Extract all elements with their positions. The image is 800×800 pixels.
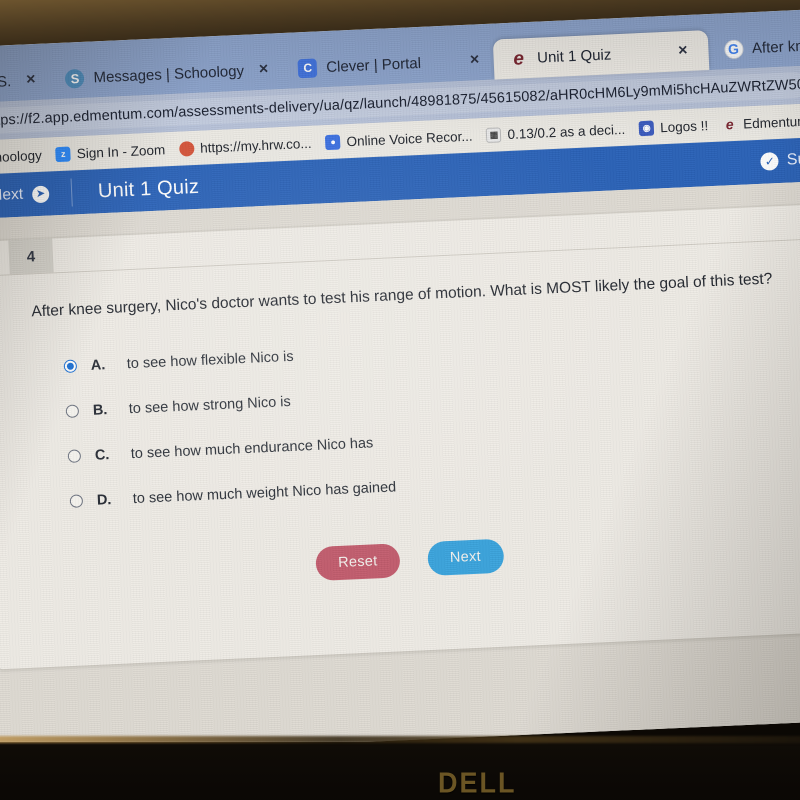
submit-button[interactable]: ✓ Su bbox=[750, 137, 800, 184]
bookmark-hrw[interactable]: https://my.hrw.co... bbox=[178, 135, 312, 157]
bookmark-label: Sign In - Zoom bbox=[76, 141, 166, 161]
bookmark-label: | Schoology bbox=[0, 147, 43, 166]
bookmark-label: Online Voice Recor... bbox=[346, 128, 473, 149]
radio-button-b[interactable] bbox=[65, 404, 80, 419]
header-next-button[interactable]: Next ➤ bbox=[0, 171, 72, 220]
tab-close-icon[interactable]: × bbox=[620, 42, 688, 63]
option-text: to see how strong Nico is bbox=[128, 393, 292, 417]
reset-button[interactable]: Reset bbox=[315, 543, 401, 582]
question-card: 4 After knee surgery, Nico's doctor want… bbox=[0, 203, 800, 671]
browser-tab-0[interactable]: 06 | S. × bbox=[0, 59, 50, 103]
tab-title: Clever | Portal bbox=[325, 54, 422, 76]
laptop-screen: 06 | S. × S Messages | Schoology × C Cle… bbox=[0, 9, 800, 759]
submit-label: Su bbox=[786, 150, 800, 169]
bookmark-logos[interactable]: ◉ Logos !! bbox=[638, 117, 709, 136]
page-title: Unit 1 Quiz bbox=[97, 175, 200, 202]
check-circle-icon: ✓ bbox=[760, 152, 780, 171]
browser-tab-4[interactable]: G After kne bbox=[707, 25, 800, 70]
radio-button-a[interactable] bbox=[63, 359, 78, 374]
schoology-icon: S bbox=[65, 68, 85, 89]
tab-close-icon[interactable]: × bbox=[430, 51, 480, 71]
tab-title: 06 | S. bbox=[0, 72, 12, 92]
tab-close-icon[interactable]: × bbox=[20, 71, 36, 90]
laptop-photo: 06 | S. × S Messages | Schoology × C Cle… bbox=[0, 0, 800, 800]
option-text: to see how flexible Nico is bbox=[126, 348, 294, 372]
question-number-badge: 4 bbox=[8, 238, 54, 275]
tab-close-icon[interactable]: × bbox=[253, 61, 269, 80]
edmentum-icon: e bbox=[725, 116, 734, 133]
zoom-icon: z bbox=[55, 146, 72, 162]
bookmark-label: 0.13/0.2 as a deci... bbox=[507, 121, 626, 142]
tab-title: Unit 1 Quiz bbox=[536, 45, 612, 67]
option-letter: C. bbox=[94, 446, 110, 464]
google-icon: G bbox=[723, 39, 744, 59]
answer-options-list: A. to see how flexible Nico is B. to see… bbox=[0, 289, 800, 520]
bookmark-label: https://my.hrw.co... bbox=[199, 135, 312, 156]
edmentum-icon: e bbox=[512, 47, 525, 70]
hrw-icon bbox=[178, 140, 195, 157]
clever-icon: C bbox=[297, 57, 318, 78]
logos-icon: ◉ bbox=[638, 120, 655, 136]
option-letter: A. bbox=[90, 356, 106, 374]
quiz-page: 4 After knee surgery, Nico's doctor want… bbox=[0, 181, 800, 759]
option-letter: D. bbox=[96, 491, 112, 509]
bezel-reflection bbox=[0, 736, 800, 743]
radio-button-d[interactable] bbox=[69, 494, 84, 509]
bookmark-edmentum[interactable]: e Edmentum !!!! bbox=[722, 112, 800, 132]
bookmark-voice-recorder[interactable]: ● Online Voice Recor... bbox=[325, 128, 473, 150]
voice-recorder-icon: ● bbox=[325, 134, 341, 150]
bookmark-decimal[interactable]: ▦ 0.13/0.2 as a deci... bbox=[486, 121, 626, 143]
arrow-right-circle-icon: ➤ bbox=[31, 185, 50, 203]
tab-title: After kne bbox=[751, 36, 800, 57]
next-button[interactable]: Next bbox=[426, 538, 505, 577]
bookmark-zoom[interactable]: z Sign In - Zoom bbox=[55, 141, 166, 162]
calculator-icon: ▦ bbox=[486, 126, 502, 143]
option-text: to see how much endurance Nico has bbox=[130, 435, 374, 462]
radio-button-c[interactable] bbox=[67, 449, 82, 464]
option-text: to see how much weight Nico has gained bbox=[132, 479, 397, 507]
bookmark-label: Edmentum !!!! bbox=[742, 112, 800, 132]
bookmark-label: Logos !! bbox=[659, 117, 709, 135]
bezel-bottom bbox=[0, 742, 800, 800]
option-letter: B. bbox=[92, 401, 108, 419]
header-next-label: Next bbox=[0, 185, 24, 205]
dell-logo: DELL bbox=[438, 767, 517, 799]
tab-title: Messages | Schoology bbox=[93, 62, 245, 86]
bookmark-schoology[interactable]: | Schoology bbox=[0, 147, 42, 165]
